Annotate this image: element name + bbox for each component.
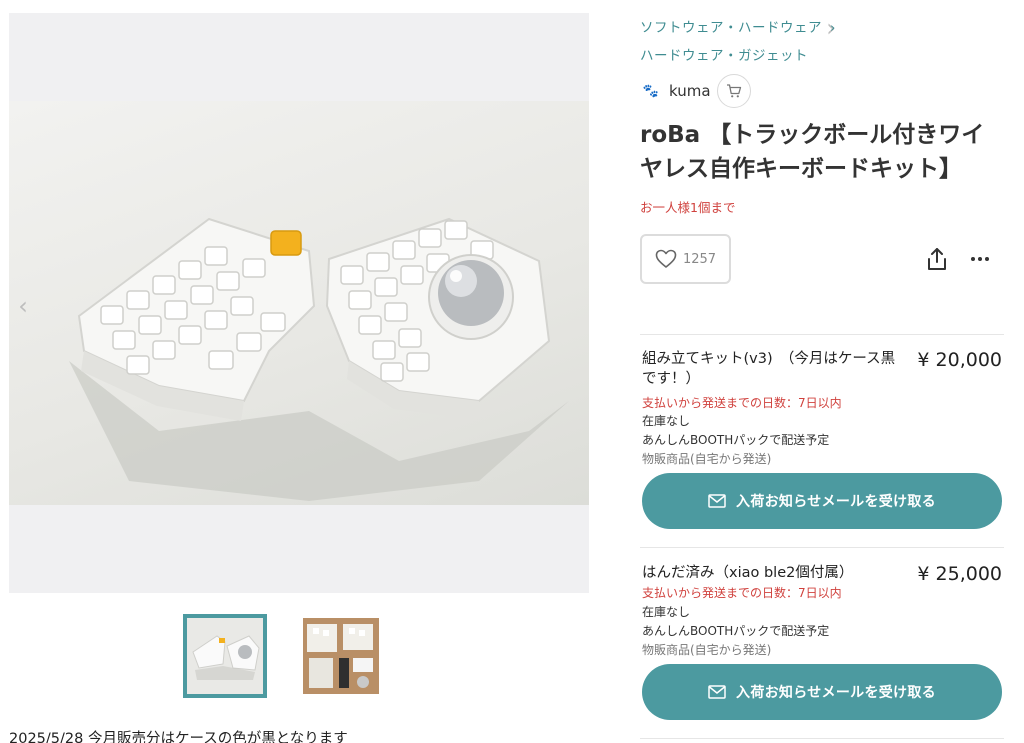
variant-name: はんだ済み（xiao ble2個付属）: [642, 565, 854, 581]
divider: [640, 334, 1004, 335]
like-count: 1257: [682, 251, 717, 267]
shop-cart-button[interactable]: [716, 74, 751, 108]
chevron-right-icon: ›: [830, 20, 836, 36]
description-first-line: 2025/5/28 今月販売分はケースの色が黒となります: [9, 731, 348, 743]
variant-shipping-days: 支払いから発送までの日数：7日以内: [642, 396, 842, 410]
shop-logo-icon[interactable]: 🐾: [640, 80, 662, 102]
share-button[interactable]: [925, 246, 949, 272]
restock-notify-button[interactable]: 入荷お知らせメールを受け取る: [642, 473, 1002, 529]
heart-icon: [655, 249, 677, 268]
variant-stock-status: 在庫なし: [642, 605, 691, 619]
breadcrumb-subcategory[interactable]: ハードウェア・ガジェット: [640, 44, 808, 64]
breadcrumb-category[interactable]: ソフトウェア・ハードウェア ›: [640, 16, 836, 36]
restock-notify-label: 入荷お知らせメールを受け取る: [736, 685, 936, 701]
mail-icon: [708, 494, 726, 508]
thumbnail-keyboard-image: [187, 618, 263, 694]
variant-price: ¥ 20,000: [917, 349, 1002, 371]
breadcrumb-category-label: ソフトウェア・ハードウェア: [640, 20, 822, 36]
variant-name: 組み立てキット(v3) （今月はケース黒です！）: [642, 351, 896, 387]
variant-shipping-pack: あんしんBOOTHパックで配送予定: [642, 624, 830, 638]
variant-stock-status: 在庫なし: [642, 414, 691, 428]
variant-product-type: 物販商品(自宅から発送): [642, 452, 772, 466]
divider: [640, 547, 1004, 548]
keyboard-photo-illustration: [69, 217, 569, 501]
restock-notify-button[interactable]: 入荷お知らせメールを受け取る: [642, 664, 1002, 720]
thumbnail-2[interactable]: [303, 618, 379, 694]
more-options-button[interactable]: [968, 246, 992, 272]
shop-row: 🐾 kuma: [640, 74, 751, 108]
product-image-gallery: ‹ ›: [9, 13, 836, 593]
variant-price: ¥ 25,000: [917, 563, 1002, 585]
thumbnail-parts-image: [303, 618, 379, 694]
restock-notify-label: 入荷お知らせメールを受け取る: [736, 494, 936, 510]
variant-product-type: 物販商品(自宅から発送): [642, 643, 772, 657]
cart-icon: [726, 84, 741, 98]
mail-icon: [708, 685, 726, 699]
variant-shipping-pack: あんしんBOOTHパックで配送予定: [642, 433, 830, 447]
divider: [640, 738, 1004, 739]
chevron-left-icon: ‹: [18, 292, 28, 320]
ellipsis-icon: [971, 257, 989, 261]
purchase-limit-note: お一人様1個まで: [640, 200, 736, 215]
main-product-photo[interactable]: [9, 101, 589, 505]
like-button[interactable]: 1257: [640, 234, 731, 284]
share-icon: [928, 248, 946, 270]
product-title: roBa 【トラックボール付きワイヤレス自作キーボードキット】: [640, 122, 985, 182]
gallery-prev-arrow[interactable]: ‹: [13, 291, 33, 321]
variant-shipping-days: 支払いから発送までの日数：7日以内: [642, 586, 842, 600]
shop-name-link[interactable]: kuma: [669, 82, 711, 100]
thumbnail-1[interactable]: [183, 614, 267, 698]
